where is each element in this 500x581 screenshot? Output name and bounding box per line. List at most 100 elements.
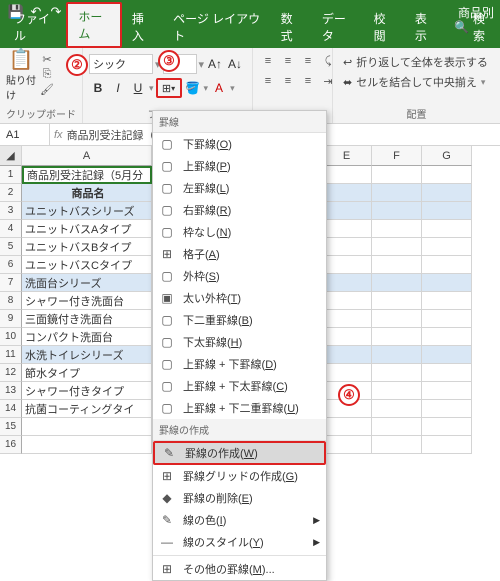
cell[interactable]: 抗菌コーティングタイ — [22, 400, 152, 418]
cell[interactable]: 商品名 — [22, 184, 152, 202]
cell[interactable] — [322, 274, 372, 292]
menu-item[interactable]: ▢外枠(S) — [153, 265, 326, 287]
cell[interactable] — [422, 202, 472, 220]
row-header[interactable]: 7 — [0, 274, 22, 292]
cell[interactable] — [422, 166, 472, 184]
cell[interactable]: 節水タイプ — [22, 364, 152, 382]
cell[interactable]: ユニットバスCタイプ — [22, 256, 152, 274]
row-header[interactable]: 10 — [0, 328, 22, 346]
tab-view[interactable]: 表示 — [405, 6, 446, 48]
name-box[interactable]: A1 — [0, 124, 50, 146]
tab-page-layout[interactable]: ページ レイアウト — [163, 6, 271, 48]
menu-item[interactable]: ▣太い外枠(T) — [153, 287, 326, 309]
row-header[interactable]: 2 — [0, 184, 22, 202]
font-name-select[interactable]: シック — [89, 54, 153, 74]
cell[interactable] — [372, 166, 422, 184]
col-header-f[interactable]: F — [372, 146, 422, 166]
menu-item[interactable]: ▢下太罫線(H) — [153, 331, 326, 353]
menu-item[interactable]: ⊞その他の罫線(M)... — [153, 558, 326, 580]
cell[interactable] — [372, 328, 422, 346]
cell[interactable] — [422, 184, 472, 202]
cell[interactable]: 商品別受注記録（5月分 — [22, 166, 152, 184]
cell[interactable] — [422, 256, 472, 274]
italic-button[interactable]: I — [109, 78, 127, 98]
row-header[interactable]: 16 — [0, 436, 22, 454]
menu-item[interactable]: —線のスタイル(Y)▶ — [153, 531, 326, 553]
cell[interactable] — [372, 364, 422, 382]
format-painter-button[interactable]: 🖌 — [38, 82, 56, 96]
row-header[interactable]: 5 — [0, 238, 22, 256]
row-header[interactable]: 11 — [0, 346, 22, 364]
align-right-button[interactable]: ≡ — [299, 72, 317, 90]
search-box[interactable]: 🔍検索 — [446, 6, 500, 48]
cell[interactable] — [422, 346, 472, 364]
fill-color-button[interactable]: 🪣 — [184, 78, 202, 98]
cell[interactable] — [372, 418, 422, 436]
cell[interactable] — [372, 238, 422, 256]
col-header-a[interactable]: A — [22, 146, 152, 166]
cell[interactable] — [372, 202, 422, 220]
menu-item[interactable]: ▢上罫線 + 下太罫線(C) — [153, 375, 326, 397]
wrap-text-button[interactable]: ↩折り返して全体を表示する — [339, 52, 494, 72]
menu-item[interactable]: ▢下二重罫線(B) — [153, 309, 326, 331]
underline-button[interactable]: U — [129, 78, 147, 98]
cell[interactable] — [322, 220, 372, 238]
cell[interactable] — [422, 220, 472, 238]
cell[interactable] — [322, 364, 372, 382]
cell[interactable] — [372, 310, 422, 328]
cell[interactable] — [422, 364, 472, 382]
cell[interactable] — [322, 436, 372, 454]
tab-data[interactable]: データ — [312, 6, 364, 48]
cell[interactable] — [422, 436, 472, 454]
cell[interactable]: シャワー付きタイプ — [22, 382, 152, 400]
menu-item[interactable]: ⊞格子(A) — [153, 243, 326, 265]
tab-home[interactable]: ホーム — [66, 2, 121, 48]
cell[interactable] — [372, 184, 422, 202]
tab-review[interactable]: 校閲 — [364, 6, 405, 48]
cell[interactable] — [372, 436, 422, 454]
row-header[interactable]: 3 — [0, 202, 22, 220]
font-color-button[interactable]: A — [210, 78, 228, 98]
cell[interactable] — [322, 166, 372, 184]
cell[interactable] — [422, 274, 472, 292]
menu-item[interactable]: ▢右罫線(R) — [153, 199, 326, 221]
cell[interactable] — [422, 292, 472, 310]
cell[interactable] — [422, 418, 472, 436]
cell[interactable] — [372, 346, 422, 364]
tab-file[interactable]: ファイル — [4, 6, 66, 48]
merge-center-button[interactable]: ⬌セルを結合して中央揃え▾ — [339, 72, 494, 92]
cell[interactable] — [322, 418, 372, 436]
cell[interactable] — [322, 256, 372, 274]
cell[interactable] — [422, 238, 472, 256]
paste-button[interactable]: 📋 貼り付け — [6, 52, 36, 96]
cell[interactable] — [372, 382, 422, 400]
tab-formulas[interactable]: 数式 — [271, 6, 312, 48]
menu-item[interactable]: ▢上罫線 + 下罫線(D) — [153, 353, 326, 375]
decrease-font-button[interactable]: A↓ — [226, 54, 244, 74]
row-header[interactable]: 14 — [0, 400, 22, 418]
cell[interactable] — [372, 274, 422, 292]
cell[interactable] — [322, 238, 372, 256]
row-header[interactable]: 4 — [0, 220, 22, 238]
menu-item[interactable]: ✎罫線の作成(W) — [153, 441, 326, 465]
cell[interactable] — [22, 418, 152, 436]
cell[interactable] — [422, 328, 472, 346]
cell[interactable] — [322, 310, 372, 328]
align-top-button[interactable]: ≡ — [259, 52, 277, 70]
row-header[interactable]: 1 — [0, 166, 22, 184]
cell[interactable]: ユニットバスAタイプ — [22, 220, 152, 238]
row-header[interactable]: 13 — [0, 382, 22, 400]
tab-insert[interactable]: 挿入 — [122, 6, 163, 48]
row-header[interactable]: 6 — [0, 256, 22, 274]
cell[interactable] — [322, 292, 372, 310]
row-header[interactable]: 15 — [0, 418, 22, 436]
cell[interactable] — [422, 400, 472, 418]
copy-button[interactable]: ⎘ — [38, 67, 56, 81]
cut-button[interactable]: ✂ — [38, 52, 56, 66]
menu-item[interactable]: ⊞罫線グリッドの作成(G) — [153, 465, 326, 487]
cell[interactable]: ユニットバスBタイプ — [22, 238, 152, 256]
cell[interactable] — [372, 292, 422, 310]
select-all-corner[interactable]: ◢ — [0, 146, 22, 166]
cell[interactable] — [372, 400, 422, 418]
cell[interactable] — [422, 310, 472, 328]
